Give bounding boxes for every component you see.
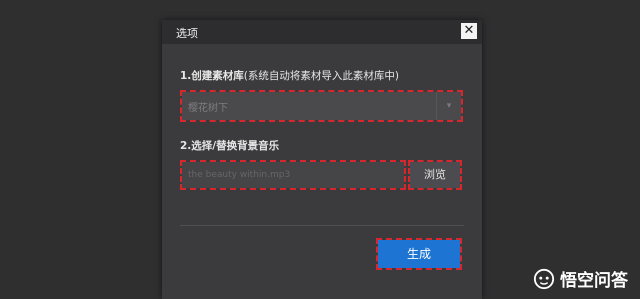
library-label: 1.创建素材库(系统自动将素材导入此素材库中) (180, 68, 399, 83)
music-file-input[interactable] (182, 162, 404, 188)
watermark: 悟空问答 (533, 266, 628, 291)
chevron-down-icon[interactable]: ▾ (436, 92, 461, 120)
options-dialog: 选项 ✕ 1.创建素材库(系统自动将素材导入此素材库中) 樱花树下 ▾ 2.选择… (162, 20, 482, 299)
divider (180, 225, 464, 226)
dialog-titlebar: 选项 ✕ (162, 20, 482, 44)
close-icon[interactable]: ✕ (461, 23, 477, 39)
music-file-field[interactable] (180, 160, 406, 190)
library-label-hint: (系统自动将素材导入此素材库中) (243, 70, 399, 82)
music-label-main: 2.选择/替换背景音乐 (180, 140, 280, 152)
browse-button[interactable]: 浏览 (408, 160, 462, 190)
generate-button[interactable]: 生成 (376, 238, 462, 270)
watermark-text: 悟空问答 (560, 271, 628, 291)
music-label: 2.选择/替换背景音乐 (180, 138, 279, 153)
dialog-title: 选项 (176, 27, 198, 40)
library-label-main: 1.创建素材库 (180, 70, 244, 82)
wukong-logo-icon (533, 268, 555, 289)
library-select-value: 樱花树下 (188, 103, 228, 114)
library-select[interactable]: 樱花树下 ▾ (180, 90, 463, 122)
